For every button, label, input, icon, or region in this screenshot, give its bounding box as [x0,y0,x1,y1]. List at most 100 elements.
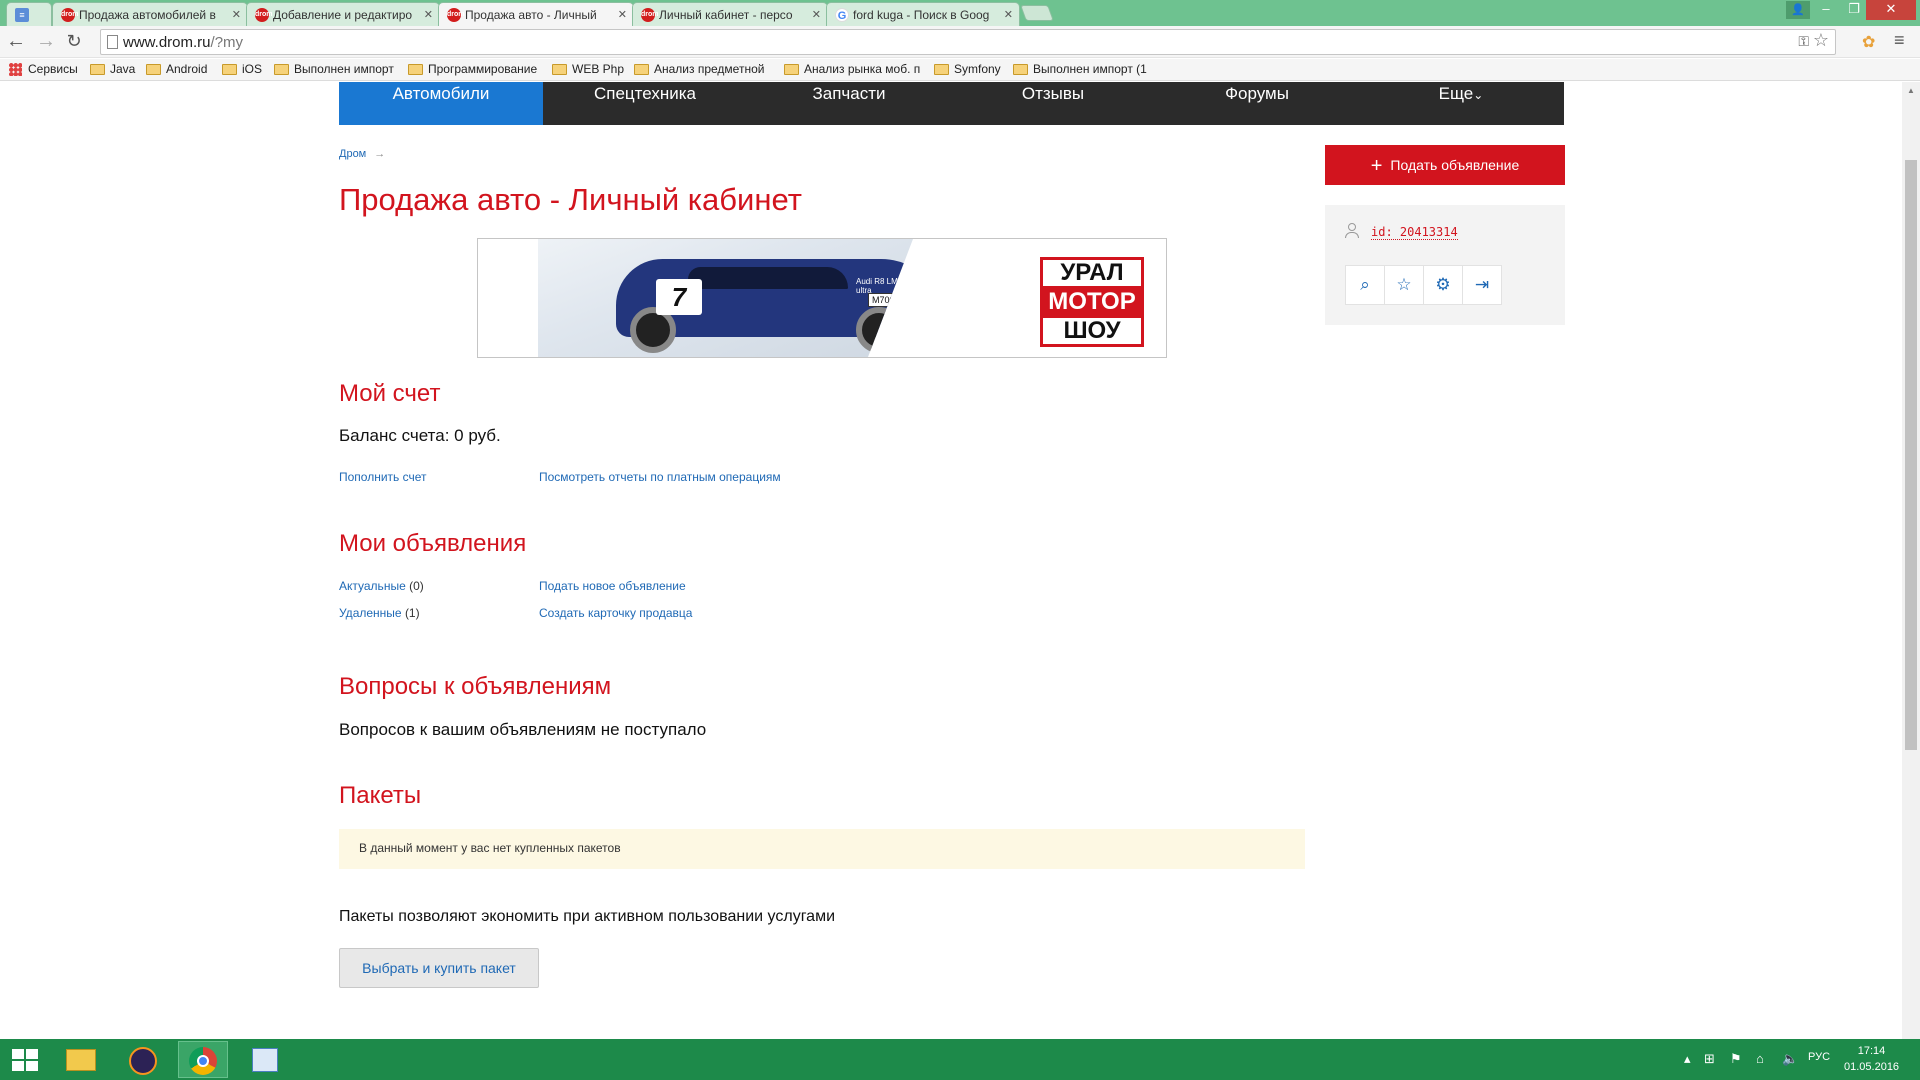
bookmark-folder[interactable]: Программирование [408,62,537,76]
new-ad-link[interactable]: Подать новое объявление [539,579,686,593]
bookmark-folder[interactable]: Выполнен импорт [274,62,394,76]
bookmark-folder[interactable]: Java [90,62,135,76]
nav-reviews[interactable]: Отзывы [951,82,1155,125]
key-icon[interactable]: ⚿ [1798,33,1809,50]
car-window [688,267,848,289]
seller-card-link[interactable]: Создать карточку продавца [539,606,692,620]
tab-docs[interactable]: ≡ [6,2,52,26]
tab-5[interactable]: G ford kuga - Поиск в Goog ✕ [826,2,1020,26]
system-clock[interactable]: 17:14 01.05.2016 [1844,1043,1899,1075]
profile-icon[interactable]: 👤 [1786,1,1810,19]
bookmark-folder[interactable]: Выполнен импорт (1 [1013,62,1147,76]
language-indicator[interactable]: РУС [1808,1051,1830,1063]
chevron-down-icon: ⌄ [1473,88,1484,102]
tab-3-active[interactable]: drom Продажа авто - Личный ✕ [438,2,634,27]
new-tab-button[interactable] [1020,5,1054,21]
google-favicon-icon: G [835,8,849,22]
breadcrumb-home-link[interactable]: Дром [339,148,366,160]
scroll-up-icon[interactable]: ▲ [1907,86,1915,95]
deleted-ads-label: Удаленные [339,606,402,620]
address-bar[interactable]: www.drom.ru/?my ⚿ ☆ [100,29,1836,55]
network-icon[interactable]: ⌂ [1756,1051,1764,1066]
reload-icon[interactable]: ↻ [62,30,86,54]
search-icon[interactable]: ⌕ [1345,265,1385,305]
folder-icon [934,64,949,75]
volume-icon[interactable]: 🔈 [1782,1051,1798,1067]
bookmark-label: Программирование [428,62,538,76]
bookmark-label: Анализ рынка моб. п [804,62,921,76]
nav-parts[interactable]: Запчасти [747,82,951,125]
text-editor-icon[interactable] [240,1041,290,1078]
topup-link[interactable]: Пополнить счет [339,470,427,484]
action-center-icon[interactable]: ⊞ [1704,1051,1715,1067]
tab-4[interactable]: drom Личный кабинет - персо ✕ [632,2,828,26]
deleted-ads-link[interactable]: Удаленные (1) [339,606,420,620]
bookmark-folder[interactable]: Анализ рынка моб. п [784,62,920,76]
race-number: 7 [656,279,702,315]
packages-notice: В данный момент у вас нет купленных паке… [339,829,1305,869]
flag-icon[interactable]: ⚑ [1730,1051,1742,1067]
bookmark-star-icon[interactable]: ☆ [1813,30,1829,51]
car-wheel [856,307,902,353]
folder-icon [408,64,423,75]
tab-1[interactable]: drom Продажа автомобилей в ✕ [52,2,248,26]
user-id-link[interactable]: id: 20413314 [1371,225,1458,240]
minimize-icon[interactable]: – [1812,0,1840,20]
page-title: Продажа авто - Личный кабинет [339,182,802,217]
ural-motor-show-logo: УРАЛ МОТОР ШОУ [1040,257,1144,347]
close-window-icon[interactable]: ✕ [1866,0,1916,20]
tab-close-icon[interactable]: ✕ [232,8,241,21]
folder-icon [552,64,567,75]
bookmark-folder[interactable]: Android [146,62,207,76]
active-ads-link[interactable]: Актуальные (0) [339,579,424,593]
file-explorer-icon[interactable] [56,1041,106,1078]
extension-icon[interactable]: ✿ [1862,32,1875,52]
docs-favicon-icon: ≡ [15,8,29,22]
gear-icon[interactable]: ⚙ [1423,265,1463,305]
main-nav: Автомобили Спецтехника Запчасти Отзывы Ф… [339,82,1564,125]
restore-icon[interactable]: ❐ [1840,0,1868,20]
bookmark-folder[interactable]: Symfony [934,62,1001,76]
back-icon[interactable]: ← [4,30,28,54]
advertisement-banner[interactable]: 7 Audi R8 LMS ultra М700АК96 УРАЛ МОТОР … [477,238,1167,358]
tab-close-icon[interactable]: ✕ [812,8,821,21]
tab-2[interactable]: drom Добавление и редактиро ✕ [246,2,440,26]
logo-line: ШОУ [1040,315,1144,347]
bookmark-label: WEB Php [572,62,625,76]
questions-section-title: Вопросы к объявлениям [339,673,612,700]
nav-special-equipment[interactable]: Спецтехника [543,82,747,125]
logout-icon[interactable]: ⇥ [1462,265,1502,305]
bookmark-folder[interactable]: iOS [222,62,262,76]
tab-title: Продажа автомобилей в [79,8,216,22]
menu-icon[interactable]: ≡ [1894,30,1905,51]
tab-title: Продажа авто - Личный [465,8,597,22]
payment-reports-link[interactable]: Посмотреть отчеты по платным операциям [539,470,781,484]
tab-close-icon[interactable]: ✕ [424,8,433,21]
nav-more[interactable]: Еще⌄ [1359,82,1563,125]
forward-icon[interactable]: → [34,30,58,54]
logo-line: МОТОР [1040,289,1144,315]
nav-more-label: Еще [1438,84,1474,103]
windows-start-icon[interactable] [12,1049,38,1071]
browser-toolbar: ← → ↻ www.drom.ru/?my ⚿ ☆ ✿ ≡ [0,26,1920,58]
star-icon[interactable]: ☆ [1384,265,1424,305]
bookmark-folder[interactable]: WEB Php [552,62,624,76]
scrollbar-thumb[interactable] [1905,160,1917,750]
post-ad-button[interactable]: + Подать объявление [1325,145,1565,185]
bookmark-label: Анализ предметной [654,62,765,76]
tab-close-icon[interactable]: ✕ [1004,8,1013,21]
bookmark-folder[interactable]: Анализ предметной [634,62,764,76]
bookmark-apps[interactable]: Сервисы [8,62,78,76]
eclipse-icon[interactable] [118,1041,168,1078]
user-icon [1345,223,1359,238]
tray-expand-icon[interactable]: ▴ [1684,1051,1691,1067]
nav-cars[interactable]: Автомобили [339,82,543,125]
chrome-icon[interactable] [178,1041,228,1078]
buy-package-button[interactable]: Выбрать и купить пакет [339,948,539,988]
page-scrollbar[interactable]: ▲ [1902,82,1920,1039]
url-text[interactable]: www.drom.ru/?my [123,34,243,51]
tab-close-icon[interactable]: ✕ [618,8,627,21]
bookmark-label: Java [110,62,136,76]
nav-forums[interactable]: Форумы [1155,82,1359,125]
tab-strip: ≡ drom Продажа автомобилей в ✕ drom Доба… [0,0,1920,27]
